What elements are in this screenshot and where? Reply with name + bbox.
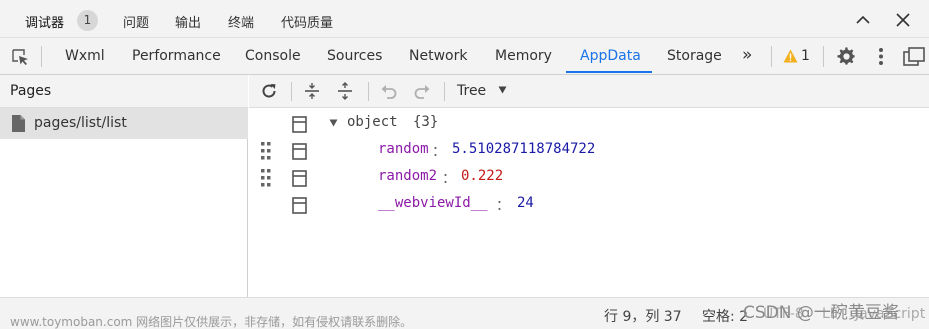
tree-key[interactable]: __webviewId__	[378, 195, 488, 211]
watermark-csdn: CSDN @一碗黄豆酱	[743, 303, 899, 323]
collapse-all-icon[interactable]	[336, 82, 354, 100]
tab-console[interactable]: Console	[245, 48, 301, 64]
tree-row[interactable]: __webviewId__ ： 24	[249, 194, 929, 216]
file-icon	[12, 115, 25, 132]
separator	[41, 46, 42, 67]
sidebar-header: Pages	[0, 75, 248, 108]
tree-row[interactable]: random2 ： 0.222	[249, 167, 929, 189]
watermark-text: www.toymoban.com 网络图片仅供展示，非存储，如有侵权请联系删除。	[10, 315, 413, 329]
edit-node-icon[interactable]	[292, 116, 307, 133]
tab-memory[interactable]: Memory	[495, 48, 552, 64]
tab-output[interactable]: 输出	[175, 12, 201, 31]
tree-key[interactable]: random	[378, 141, 429, 157]
separator	[444, 82, 445, 101]
refresh-icon[interactable]	[260, 82, 278, 100]
tree-row-root[interactable]: object {3}	[249, 113, 929, 135]
tab-code-quality[interactable]: 代码质量	[281, 12, 333, 31]
tree-colon: ：	[496, 198, 510, 214]
warning-count[interactable]: 1	[801, 48, 810, 64]
undo-icon[interactable]	[380, 82, 398, 100]
debugger-badge: 1	[77, 10, 98, 31]
gear-icon[interactable]	[837, 47, 856, 66]
separator	[771, 46, 772, 67]
tree-value[interactable]: 5.510287118784722	[452, 141, 595, 157]
dropdown-arrow-icon[interactable]	[498, 86, 507, 94]
dock-side-icon[interactable]	[903, 47, 925, 66]
cursor-position[interactable]: 行 9，列 37	[604, 306, 682, 326]
tab-network[interactable]: Network	[409, 48, 467, 64]
root-count: {3}	[413, 114, 439, 130]
warning-icon[interactable]	[783, 49, 798, 63]
redo-icon[interactable]	[413, 82, 431, 100]
inspect-element-icon[interactable]	[10, 47, 30, 67]
edit-node-icon[interactable]	[292, 197, 307, 214]
tab-appdata[interactable]: AppData	[580, 48, 641, 64]
tab-debugger[interactable]: 调试器	[25, 12, 64, 31]
devtools-tab-bar: Wxml Performance Console Sources Network…	[0, 38, 929, 75]
appdata-toolbar: Tree	[249, 75, 929, 108]
separator	[823, 46, 824, 67]
chevron-up-icon[interactable]	[855, 12, 871, 28]
sidebar-item-label: pages/list/list	[34, 115, 127, 131]
tab-terminal[interactable]: 终端	[228, 12, 254, 31]
active-tab-indicator	[566, 71, 652, 73]
close-icon[interactable]	[895, 12, 911, 28]
drag-handle-icon[interactable]	[261, 142, 271, 160]
separator	[368, 82, 369, 101]
edit-node-icon[interactable]	[292, 170, 307, 187]
tree-colon: ：	[432, 144, 446, 160]
separator	[291, 82, 292, 101]
tree-colon: ：	[442, 171, 456, 187]
edit-node-icon[interactable]	[292, 143, 307, 160]
sidebar-title: Pages	[10, 83, 52, 99]
tab-wxml[interactable]: Wxml	[65, 48, 105, 64]
pages-sidebar: Pages pages/list/list	[0, 75, 248, 297]
drag-handle-icon[interactable]	[261, 169, 271, 187]
tab-issues[interactable]: 问题	[123, 12, 149, 31]
caret-down-icon[interactable]	[329, 119, 338, 127]
more-tabs-button[interactable]: »	[742, 45, 752, 65]
tab-sources[interactable]: Sources	[327, 48, 382, 64]
sidebar-item-pages-list[interactable]: pages/list/list	[0, 108, 248, 139]
tab-performance[interactable]: Performance	[132, 48, 221, 64]
tree-value[interactable]: 24	[517, 195, 534, 211]
tree-key[interactable]: random2	[378, 168, 437, 184]
indentation[interactable]: 空格: 2	[702, 306, 748, 326]
appdata-tree: object {3} random ： 5.510287118784722 ra…	[249, 108, 929, 297]
root-type: object	[347, 114, 398, 130]
tree-row[interactable]: random ： 5.510287118784722	[249, 140, 929, 162]
top-panel-bar: 调试器 1 问题 输出 终端 代码质量	[0, 0, 929, 38]
status-bar: www.toymoban.com 网络图片仅供展示，非存储，如有侵权请联系删除。…	[0, 297, 929, 329]
expand-all-icon[interactable]	[303, 82, 321, 100]
kebab-menu-icon[interactable]	[878, 47, 884, 66]
tab-storage[interactable]: Storage	[667, 48, 722, 64]
tree-value[interactable]: 0.222	[461, 168, 503, 184]
view-mode-select[interactable]: Tree	[457, 83, 486, 99]
